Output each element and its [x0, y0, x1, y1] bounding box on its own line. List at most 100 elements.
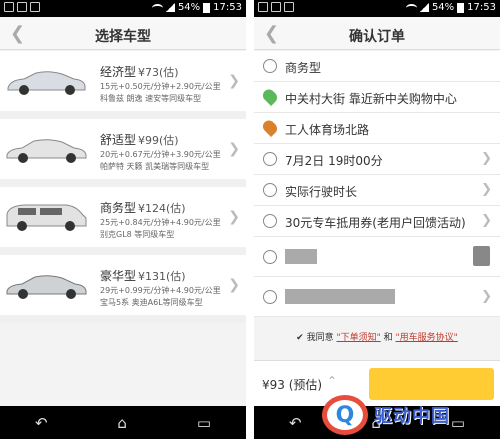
notification-icon: [30, 2, 40, 12]
car-rate: 20元+0.67元/分钟+3.90元/公里: [100, 150, 221, 159]
notification-icon: [258, 2, 268, 12]
battery-percent: 54%: [177, 2, 201, 13]
chevron-up-icon[interactable]: ⌃: [327, 374, 337, 388]
agreement-line: ✔ 我同意 "下单须知" 和 "用车服务协议": [254, 322, 500, 350]
order-notice-link[interactable]: "下单须知": [336, 333, 380, 343]
passenger-phone-row[interactable]: ❯: [254, 277, 500, 317]
car-type-value: 商务型: [285, 61, 322, 75]
title-bar: ❮ 选择车型: [0, 17, 246, 50]
car-type-row[interactable]: 商务型: [254, 51, 500, 82]
confirm-order-screen: 54% 17:53 ❮ 确认订单 商务型 中关村大街 靠近新中关购物中心 工人体…: [254, 0, 500, 439]
watermark-text: 驱动中国: [374, 406, 450, 427]
sedan-car-icon: [6, 139, 87, 163]
coupon-icon: [263, 214, 277, 228]
status-bar: 54% 17:53: [0, 0, 246, 17]
car-models: 别克GL8 等同级车型: [100, 230, 175, 239]
redacted-name: [285, 249, 317, 264]
clock: 17:53: [467, 2, 496, 13]
watermark-logo: Q 驱动中国: [322, 395, 450, 435]
sedan-car-icon: [6, 275, 87, 299]
status-bar: 54% 17:53: [254, 0, 500, 17]
car-list: 经济型 ¥73(估) 15元+0.50元/分钟+2.90元/公里 科鲁兹 朗逸 …: [0, 51, 246, 323]
car-price: ¥124(估): [138, 202, 186, 215]
page-title: 确认订单: [349, 29, 405, 45]
pickup-address: 中关村大街 靠近新中关购物中心: [285, 92, 457, 106]
clock: 17:53: [213, 2, 242, 13]
pickup-time: 7月2日 19时00分: [285, 154, 383, 168]
coupon-value: 30元专车抵用券(老用户回馈活动): [285, 216, 466, 230]
sedan-car-icon: [7, 71, 86, 95]
notification-icon: [284, 2, 294, 12]
battery-percent: 54%: [431, 2, 455, 13]
battery-icon: [457, 2, 465, 13]
estimated-fee: ¥93 (预估): [262, 378, 323, 392]
car-type-screen: 54% 17:53 ❮ 选择车型 经济型 ¥73(估) 15元+0.50元/分钟…: [0, 0, 246, 439]
service-agreement-link[interactable]: "用车服务协议": [396, 333, 458, 343]
car-option-business[interactable]: 商务型 ¥124(估) 25元+0.84元/分钟+4.90元/公里 别克GL8 …: [0, 187, 246, 255]
car-option-comfort[interactable]: 舒适型 ¥99(估) 20元+0.67元/分钟+3.90元/公里 帕萨特 天籁 …: [0, 119, 246, 187]
home-nav-icon[interactable]: ⌂: [117, 414, 127, 432]
wifi-icon: [151, 3, 163, 12]
notification-icon: [4, 2, 14, 12]
car-option-economy[interactable]: 经济型 ¥73(估) 15元+0.50元/分钟+2.90元/公里 科鲁兹 朗逸 …: [0, 51, 246, 119]
car-name: 豪华型: [100, 269, 137, 283]
chevron-right-icon: ❯: [228, 277, 240, 293]
notification-icon: [17, 2, 27, 12]
chevron-right-icon: ❯: [481, 289, 492, 304]
pickup-pin-icon: [260, 86, 280, 107]
recents-nav-icon[interactable]: ▭: [451, 414, 465, 432]
person-icon: [263, 250, 277, 264]
time-row[interactable]: 7月2日 19时00分 ❯: [254, 144, 500, 175]
back-nav-icon[interactable]: ↶: [289, 414, 302, 432]
agree-prefix: 我同意: [306, 333, 334, 343]
q-logo-icon: Q: [322, 395, 368, 435]
car-models: 宝马5系 奥迪A6L等同级车型: [100, 298, 203, 307]
duration-icon: [263, 183, 277, 197]
page-title: 选择车型: [95, 29, 151, 45]
contacts-icon[interactable]: [473, 246, 490, 266]
redacted-phone: [285, 289, 395, 304]
car-name: 舒适型: [100, 133, 137, 147]
agree-and: 和: [383, 333, 393, 343]
car-price: ¥73(估): [138, 66, 179, 79]
car-type-icon: [263, 59, 277, 73]
destination-pin-icon: [260, 117, 280, 138]
car-name: 商务型: [100, 201, 137, 215]
coupon-row[interactable]: 30元专车抵用券(老用户回馈活动) ❯: [254, 206, 500, 237]
title-bar: ❮ 确认订单: [254, 17, 500, 50]
wifi-icon: [405, 3, 417, 12]
destination-row[interactable]: 工人体育场北路: [254, 113, 500, 144]
battery-icon: [203, 2, 211, 13]
passenger-name-row[interactable]: [254, 237, 500, 277]
agree-checkbox-icon[interactable]: ✔: [296, 333, 304, 343]
chevron-right-icon: ❯: [228, 209, 240, 225]
notification-icon: [271, 2, 281, 12]
clock-icon: [263, 152, 277, 166]
car-rate: 29元+0.99元/分钟+4.90元/公里: [100, 286, 221, 295]
chevron-right-icon: ❯: [481, 151, 492, 166]
car-price: ¥99(估): [138, 134, 179, 147]
car-rate: 25元+0.84元/分钟+4.90元/公里: [100, 218, 221, 227]
chevron-right-icon: ❯: [228, 73, 240, 89]
duration-value: 实际行驶时长: [285, 185, 358, 199]
order-form: 商务型 中关村大街 靠近新中关购物中心 工人体育场北路 7月2日 19时00分 …: [254, 51, 500, 317]
van-car-icon: [6, 204, 87, 231]
signal-icon: [419, 3, 429, 12]
car-option-luxury[interactable]: 豪华型 ¥131(估) 29元+0.99元/分钟+4.90元/公里 宝马5系 奥…: [0, 255, 246, 323]
system-nav-bar: ↶ ⌂ ▭: [0, 406, 246, 439]
pickup-row[interactable]: 中关村大街 靠近新中关购物中心: [254, 82, 500, 113]
recents-nav-icon[interactable]: ▭: [197, 414, 211, 432]
back-nav-icon[interactable]: ↶: [35, 414, 48, 432]
chevron-right-icon: ❯: [481, 213, 492, 228]
car-models: 帕萨特 天籁 凯美瑞等同级车型: [100, 162, 210, 171]
duration-row[interactable]: 实际行驶时长 ❯: [254, 175, 500, 206]
car-name: 经济型: [100, 65, 137, 79]
destination-address: 工人体育场北路: [285, 123, 370, 137]
signal-icon: [165, 3, 175, 12]
chevron-right-icon: ❯: [228, 141, 240, 157]
car-rate: 15元+0.50元/分钟+2.90元/公里: [100, 82, 221, 91]
car-price: ¥131(估): [138, 270, 186, 283]
car-models: 科鲁兹 朗逸 速安等同级车型: [100, 94, 202, 103]
phone-icon: [263, 290, 277, 304]
chevron-right-icon: ❯: [481, 182, 492, 197]
